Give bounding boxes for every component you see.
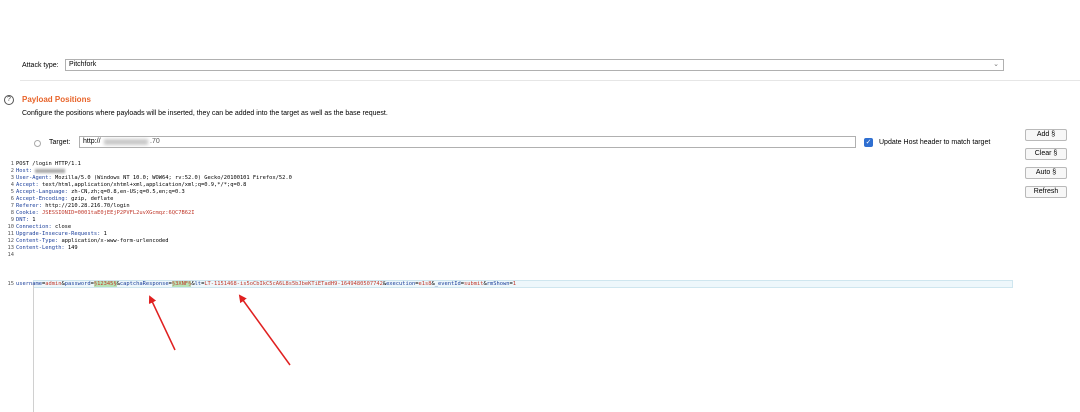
annotation-arrows	[148, 294, 291, 366]
arrow-to-password	[148, 295, 176, 351]
arrow-to-captcha	[238, 294, 291, 366]
